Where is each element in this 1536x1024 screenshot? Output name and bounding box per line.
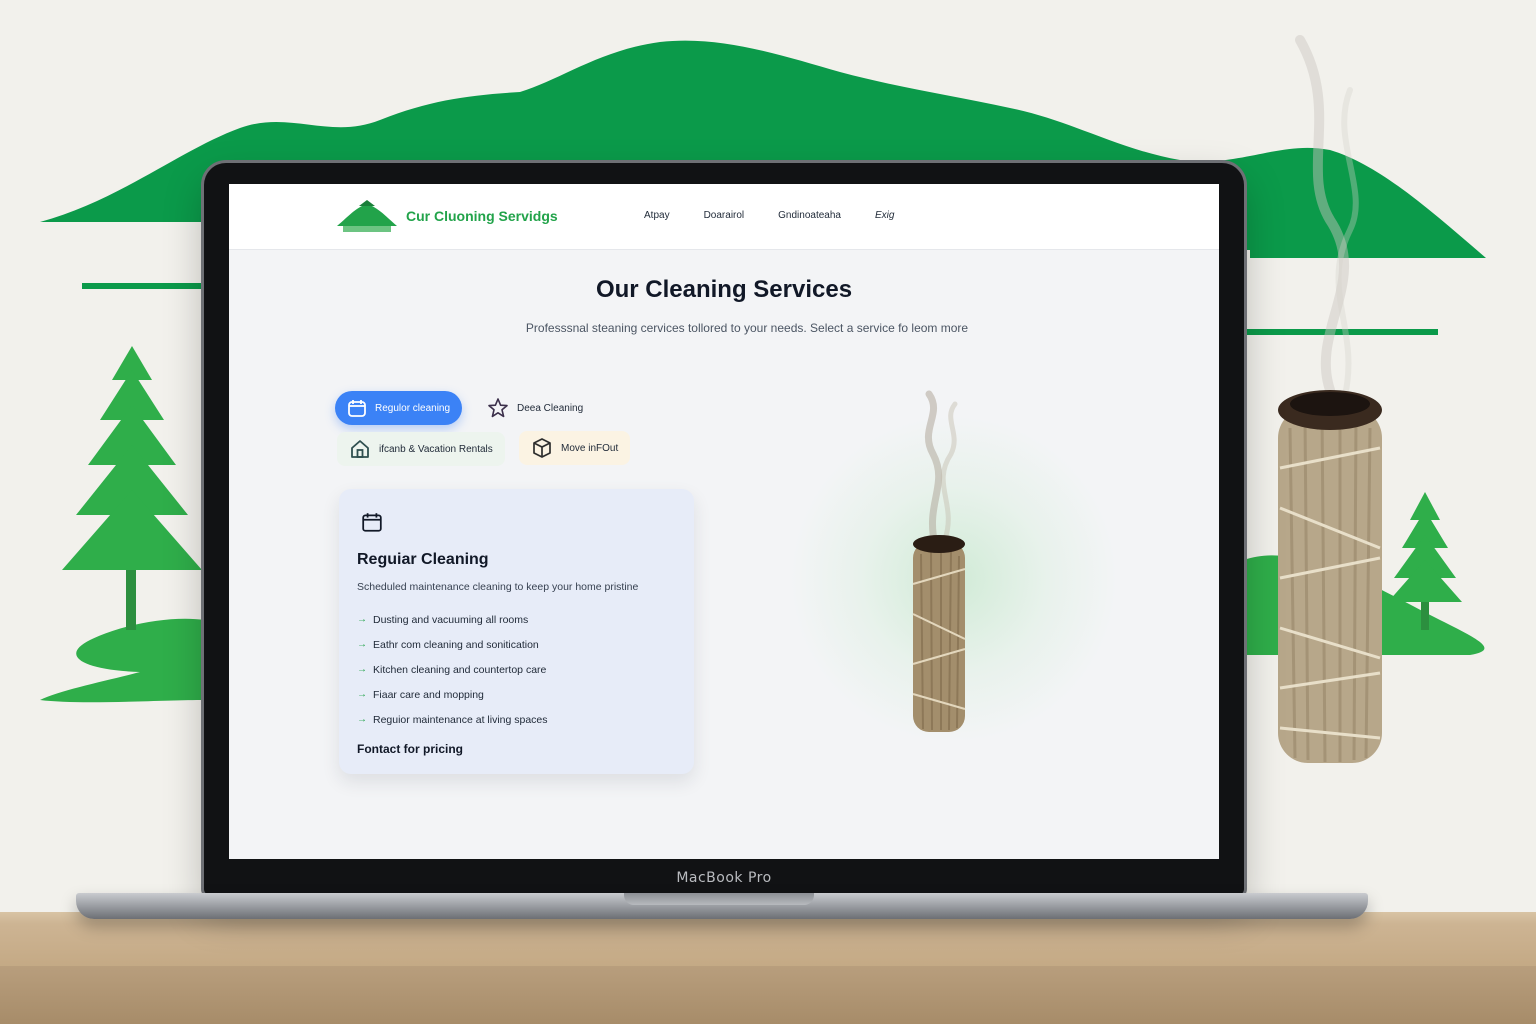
feature-text: Dusting and vacuuming all rooms	[373, 613, 529, 626]
service-title: Reguiar Cleaning	[357, 551, 489, 568]
mountain-logo-icon[interactable]	[335, 196, 399, 238]
arrow-right-icon: →	[357, 614, 367, 625]
arrow-right-icon: →	[357, 689, 367, 700]
pine-tree-left	[62, 346, 202, 630]
list-item: → Kitchen cleaning and countertop care	[357, 657, 548, 682]
nav-link-gndinoateaha[interactable]: Gndinoateaha	[778, 210, 841, 221]
mountain-stripe	[1244, 329, 1438, 335]
tab-regular-cleaning[interactable]: Regulor cleaning	[335, 391, 463, 425]
tab-label: Move inFOut	[561, 442, 619, 454]
tab-deep-cleaning[interactable]: Deea Cleaning	[475, 391, 595, 425]
device-label: MacBook Pro	[676, 870, 772, 886]
tab-vacation-rentals[interactable]: ifcanb & Vacation Rentals	[337, 432, 505, 466]
feature-list: → Dusting and vacuuming all rooms → Eath…	[357, 607, 548, 732]
arrow-right-icon: →	[357, 639, 367, 650]
star-icon	[488, 398, 508, 418]
arrow-right-icon: →	[357, 714, 367, 725]
laptop-notch	[624, 893, 814, 905]
site-header: Cur Cluoning Servidgs Atpay Doarairol Gn…	[229, 184, 1219, 250]
feature-text: Reguior maintenance at living spaces	[373, 713, 548, 726]
hill-left	[40, 618, 205, 703]
feature-text: Kitchen cleaning and countertop care	[373, 663, 547, 676]
main-nav: Atpay Doarairol Gndinoateaha Exig	[644, 210, 894, 221]
page-title: Our Cleaning Services	[595, 276, 853, 303]
nav-link-atpay[interactable]: Atpay	[644, 210, 670, 221]
tab-label: ifcanb & Vacation Rentals	[379, 443, 493, 455]
calendar-icon	[362, 513, 382, 532]
tab-label: Regulor cleaning	[375, 402, 451, 414]
sage-bundle-illustration	[912, 390, 966, 732]
list-item: → Eathr com cleaning and sonitication	[357, 632, 548, 657]
arrow-right-icon: →	[357, 664, 367, 675]
box-icon	[533, 438, 551, 458]
feature-text: Eathr com cleaning and sonitication	[373, 638, 539, 651]
contact-pricing-link[interactable]: Fontact for pricing	[357, 742, 463, 756]
brand-name[interactable]: Cur Cluoning Servidgs	[406, 208, 558, 224]
list-item: → Fiaar care and mopping	[357, 682, 548, 707]
nav-link-exig[interactable]: Exig	[875, 210, 894, 221]
home-icon	[351, 440, 369, 458]
sage-bundle-right	[1278, 390, 1382, 763]
page-subtitle: Professsnal steaning cervices tollored t…	[525, 321, 969, 335]
service-card: Reguiar Cleaning Scheduled maintenance c…	[339, 489, 694, 774]
nav-link-doarairol[interactable]: Doarairol	[704, 210, 745, 221]
tab-move-in-out[interactable]: Move inFOut	[519, 431, 631, 465]
service-description: Scheduled maintenance cleaning to keep y…	[357, 581, 639, 593]
feature-text: Fiaar care and mopping	[373, 688, 484, 701]
list-item: → Reguior maintenance at living spaces	[357, 707, 548, 732]
wooden-shelf-edge	[0, 966, 1536, 1024]
tab-label: Deea Cleaning	[517, 402, 584, 414]
mountain-stripe	[82, 283, 205, 289]
list-item: → Dusting and vacuuming all rooms	[357, 607, 548, 632]
calendar-icon	[348, 400, 366, 417]
laptop-screen: Cur Cluoning Servidgs Atpay Doarairol Gn…	[229, 184, 1219, 859]
